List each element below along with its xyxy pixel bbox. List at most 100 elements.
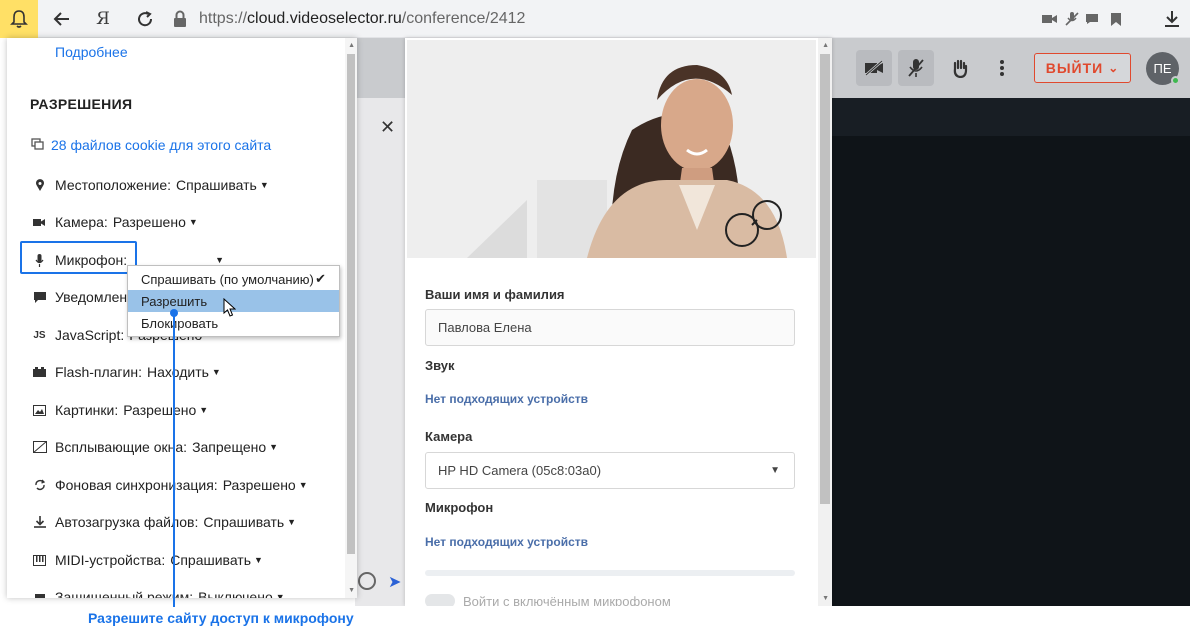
download-indicator-icon[interactable]: [1158, 5, 1186, 33]
flash-plugin-icon: [31, 367, 48, 377]
name-input[interactable]: Павлова Елена: [425, 309, 795, 346]
callout-line: [173, 312, 175, 607]
cookie-icon: [31, 137, 44, 153]
permission-value: Спрашивать: [203, 514, 285, 530]
permission-background-sync[interactable]: Фоновая синхронизация: Разрешено ▼: [31, 475, 308, 495]
permission-auto-downloads[interactable]: Автозагрузка файлов: Спрашивать ▼: [31, 512, 296, 532]
camera-off-icon[interactable]: [856, 50, 892, 86]
dropdown-caret-icon: ▼: [259, 180, 269, 190]
url-scheme: https://: [199, 10, 248, 27]
popup-icon: [31, 441, 48, 453]
chevron-down-icon: ⌄: [1108, 61, 1120, 75]
cookies-link-label: 28 файлов cookie для этого сайта: [51, 137, 272, 153]
scroll-up-icon[interactable]: ▲: [822, 42, 829, 49]
permission-label: Всплывающие окна:: [55, 439, 188, 455]
dropdown-caret-icon: ▼: [199, 405, 209, 415]
lock-icon[interactable]: [172, 10, 188, 33]
permission-value: Разрешено: [123, 402, 197, 418]
sound-label: Звук: [425, 358, 455, 373]
close-icon[interactable]: ✕: [380, 117, 395, 138]
dropdown-caret-icon: ▼: [254, 555, 263, 565]
permissions-heading: РАЗРЕШЕНИЯ: [30, 96, 133, 112]
permission-label: Микрофон:: [55, 252, 128, 268]
settings-scrollbar[interactable]: ▲ ▼: [345, 38, 357, 598]
dropdown-caret-icon: ▼: [269, 442, 279, 452]
notification-bell-icon[interactable]: [0, 0, 38, 38]
send-icon[interactable]: ➤: [388, 572, 401, 592]
permission-images[interactable]: Картинки: Разрешено ▼: [31, 400, 208, 420]
permission-label: Фоновая синхронизация:: [55, 477, 218, 493]
menu-item-label: Спрашивать (по умолчанию): [141, 271, 314, 287]
raise-hand-icon[interactable]: [942, 50, 978, 86]
permission-value: Выключено: [198, 589, 273, 598]
dropdown-caret-icon: ▼: [287, 517, 297, 527]
protected-mode-icon: [31, 591, 48, 598]
scroll-up-icon[interactable]: ▲: [348, 42, 355, 49]
preview-photo: [407, 40, 816, 258]
chat-panel: [355, 98, 405, 606]
location-pin-icon: [31, 178, 48, 192]
sound-status: Нет подходящих устройств: [425, 392, 588, 406]
permission-midi[interactable]: MIDI-устройства: Спрашивать ▼: [31, 550, 263, 570]
permission-popups[interactable]: Всплывающие окна: Запрещено ▼: [31, 437, 278, 457]
camera-select[interactable]: HP HD Camera (05c8:03a0) ▼: [425, 452, 795, 489]
mic-status: Нет подходящих устройств: [425, 535, 588, 549]
reload-icon[interactable]: [131, 5, 159, 33]
exit-label: ВЫЙТИ: [1045, 60, 1104, 76]
download-icon: [31, 516, 48, 528]
bookmark-icon[interactable]: [1102, 5, 1130, 33]
name-label: Ваши имя и фамилия: [425, 287, 565, 302]
dropdown-caret-icon: ▼: [188, 217, 198, 227]
camera-label: Камера: [425, 429, 473, 444]
sync-icon: [31, 479, 48, 491]
permission-label: Автозагрузка файлов:: [55, 514, 199, 530]
notification-icon: [31, 291, 48, 303]
permission-value: Запрещено: [192, 439, 267, 455]
avatar-initials: ПЕ: [1153, 61, 1172, 76]
midi-icon: [31, 554, 48, 566]
settings-scroll-thumb[interactable]: [347, 54, 355, 554]
card-scroll-thumb[interactable]: [820, 54, 830, 504]
browser-toolbar: Я https://cloud.videoselector.ru/confere…: [0, 0, 1190, 38]
exit-button[interactable]: ВЫЙТИ ⌄: [1034, 53, 1131, 83]
permission-label: Картинки:: [55, 402, 119, 418]
camera-select-value: HP HD Camera (05c8:03a0): [438, 463, 602, 478]
permission-label: Камера:: [55, 214, 108, 230]
more-options-icon[interactable]: [984, 50, 1020, 86]
permission-notifications[interactable]: Уведомлен: [31, 287, 127, 307]
callout-caption: Разрешите сайту доступ к микрофону: [88, 610, 354, 626]
permission-label: Уведомлен: [55, 289, 128, 305]
permission-location[interactable]: Местоположение: Спрашивать ▼: [31, 175, 269, 195]
emoji-icon[interactable]: [358, 572, 376, 590]
address-bar[interactable]: https://cloud.videoselector.ru/conferenc…: [199, 6, 525, 32]
permission-label: Flash-плагин:: [55, 364, 142, 380]
cookies-link[interactable]: 28 файлов cookie для этого сайта: [31, 137, 271, 153]
scroll-down-icon[interactable]: ▼: [822, 595, 829, 602]
more-info-link[interactable]: Подробнее: [55, 44, 128, 60]
microphone-icon: [31, 253, 48, 267]
permission-flash[interactable]: Flash-плагин: Находить ▼: [31, 362, 221, 382]
back-icon[interactable]: [48, 5, 76, 33]
checkmark-icon: ✔: [315, 271, 326, 286]
yandex-icon[interactable]: Я: [89, 5, 117, 33]
permission-label: MIDI-устройства:: [55, 552, 166, 568]
scroll-down-icon[interactable]: ▼: [348, 587, 355, 594]
camera-icon: [31, 218, 48, 227]
permission-value: Разрешено: [222, 477, 296, 493]
permission-camera[interactable]: Камера: Разрешено ▼: [31, 212, 198, 232]
menu-item-label: Разрешить: [141, 293, 208, 309]
mic-level-meter: [425, 570, 795, 576]
screenshot-root: Я https://cloud.videoselector.ru/confere…: [0, 0, 1190, 630]
card-scrollbar[interactable]: ▲ ▼: [818, 38, 832, 606]
url-path: /conference/2412: [401, 10, 526, 27]
join-with-mic-toggle[interactable]: [425, 594, 455, 606]
menu-item-ask-default[interactable]: Спрашивать (по умолчанию) ✔: [128, 268, 339, 290]
dropdown-caret-icon: ▼: [215, 255, 225, 265]
mic-off-icon[interactable]: [898, 50, 934, 86]
permission-label: JavaScript:: [55, 327, 125, 343]
user-avatar[interactable]: ПЕ: [1146, 52, 1180, 85]
image-icon: [31, 404, 48, 416]
url-host: cloud.videoselector.ru: [247, 10, 402, 27]
permission-value: Спрашивать: [170, 552, 252, 568]
permission-protected-mode[interactable]: Защищенный режим: Выключено ▼: [31, 587, 285, 598]
